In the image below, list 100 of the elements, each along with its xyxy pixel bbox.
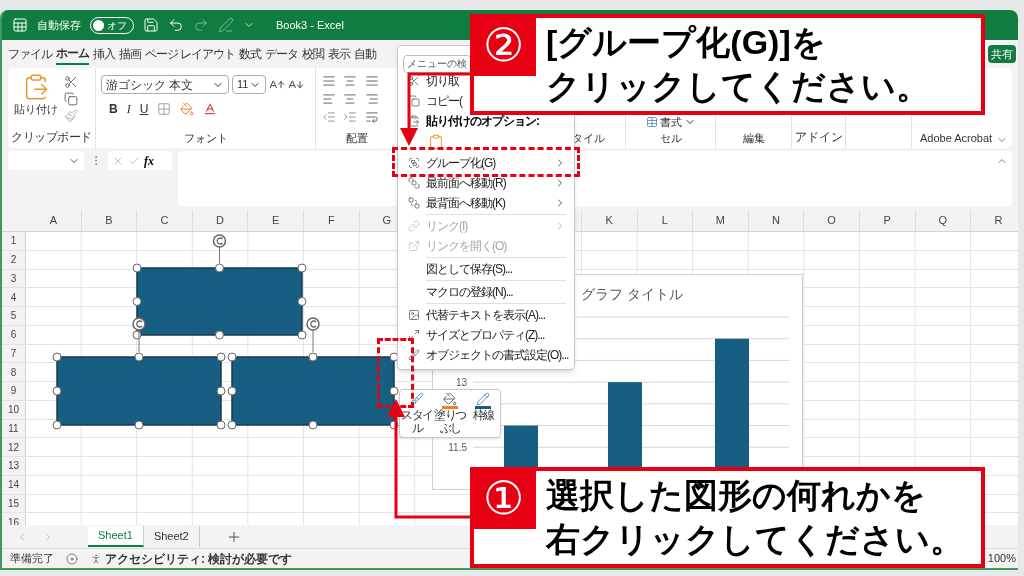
menu-item[interactable]: 図として保存(S)... [426, 260, 512, 278]
row-header[interactable]: 9 [2, 382, 26, 400]
column-header[interactable]: E [248, 210, 304, 231]
resize-icon [408, 329, 420, 341]
share-button[interactable]: 共有 [988, 45, 1016, 63]
search-field[interactable]: メニューの検 [403, 54, 471, 73]
column-header[interactable]: O [804, 210, 860, 231]
underline-button[interactable]: U [139, 100, 149, 118]
menu-item[interactable]: グループ化(G) [426, 154, 574, 172]
highlight-frame [377, 338, 414, 408]
spreadsheet-icon[interactable] [12, 17, 28, 33]
format-button[interactable]: 書式 [645, 114, 696, 130]
toolbar-button[interactable]: スタイル [401, 392, 433, 435]
row-header[interactable]: 13 [2, 457, 26, 475]
axis-label: 11.5 [448, 442, 467, 454]
copy-icon [408, 95, 420, 107]
group-label: セル [659, 130, 682, 146]
fill-color-icon[interactable] [180, 102, 195, 116]
ribbon-tab[interactable]: 校閲 [302, 43, 325, 65]
paint-bucket-icon [443, 392, 457, 406]
ribbon-tab[interactable]: 数式 [239, 43, 262, 65]
brush-icon [410, 392, 424, 406]
axis-label: 13 [455, 377, 467, 389]
row-header[interactable]: 1 [2, 232, 26, 250]
group-label: 配置 [345, 130, 369, 146]
group-label: アドイン [794, 129, 843, 146]
pencil-icon [476, 392, 490, 406]
align-top-icon[interactable] [322, 74, 336, 88]
row-header[interactable]: 8 [2, 363, 26, 381]
column-header[interactable]: L [637, 210, 694, 231]
link-icon [408, 220, 420, 232]
ribbon-tab[interactable]: データ [265, 43, 299, 65]
column-header[interactable]: R [971, 210, 1018, 231]
ribbon-tab[interactable]: 表示 [328, 43, 351, 65]
font-size-dropdown[interactable]: 11 [232, 75, 266, 94]
row-header[interactable]: 16 [2, 513, 26, 525]
copy-icon[interactable] [64, 92, 78, 106]
menu-item[interactable]: 切り取 [426, 72, 459, 90]
status-text: 準備完了 [10, 551, 54, 567]
column-header[interactable]: M [693, 210, 749, 231]
column-header[interactable]: A [26, 210, 82, 231]
column-header[interactable]: D [192, 210, 249, 231]
align-middle-icon[interactable] [343, 74, 358, 88]
insert-function-button[interactable]: fx [144, 151, 154, 170]
column-header[interactable]: F [303, 210, 360, 231]
menu-item: リンク(I) [426, 217, 574, 235]
ribbon-tab[interactable]: 自動 [354, 43, 377, 65]
italic-button[interactable]: I [126, 100, 131, 118]
group-label: クリップボード [10, 129, 93, 146]
bold-button[interactable]: B [109, 100, 118, 118]
menu-item[interactable]: 最背面へ移動(K) [426, 194, 574, 212]
ribbon-tab[interactable]: 挿入 [93, 43, 115, 65]
undo-icon[interactable] [168, 17, 184, 33]
toolbar-button[interactable]: 枠線 [467, 392, 499, 422]
menu-item[interactable]: マクロの登録(N)... [426, 283, 513, 301]
accessibility-status[interactable]: アクセシビリティ: 検討が必要です [105, 549, 293, 568]
column-header[interactable]: C [137, 210, 193, 231]
ribbon-tab[interactable]: ホーム [56, 43, 89, 65]
cut-icon[interactable] [64, 75, 78, 89]
menu-item[interactable]: 最前面へ移動(R) [426, 174, 574, 192]
group-label: フォント [182, 130, 229, 146]
group-label: Adobe Acrobat [920, 130, 993, 146]
menu-item[interactable]: オブジェクトの書式設定(O)... [426, 346, 569, 364]
group-label: 編集 [742, 130, 765, 146]
align-left-icon[interactable] [322, 92, 336, 106]
toolbar-button[interactable]: 塗りつぶし [434, 392, 466, 435]
macro-icon[interactable] [66, 552, 78, 565]
row-header[interactable]: 12 [2, 438, 26, 456]
row-header[interactable]: 4 [2, 288, 26, 306]
ribbon-tab[interactable]: 描画 [119, 43, 141, 65]
align-center-icon[interactable] [343, 92, 358, 106]
instruction-text: 選択した図形の何れかを 右クリックしてください。 [544, 475, 964, 560]
sheet-tab[interactable]: Sheet1 [88, 526, 144, 547]
paste-option-icon[interactable] [428, 134, 444, 150]
align-right-icon[interactable] [364, 92, 379, 106]
instruction-text: [グループ化(G)]を クリックしてください。 [545, 22, 930, 107]
accessibility-icon[interactable] [90, 552, 102, 565]
column-header[interactable]: P [859, 210, 916, 231]
font-name-dropdown[interactable]: 游ゴシック 本文 [101, 75, 229, 94]
paste-button[interactable]: 貼り付け [14, 73, 58, 128]
zoom-level[interactable]: 100% [987, 550, 1016, 567]
column-header[interactable]: N [748, 210, 805, 231]
column-header[interactable]: Q [915, 210, 972, 231]
menu-item[interactable]: 代替テキストを表示(A)... [426, 306, 545, 324]
orientation-icon[interactable] [364, 110, 379, 124]
font-color-icon[interactable] [203, 102, 218, 116]
column-header[interactable]: K [581, 210, 638, 231]
column-header[interactable]: B [81, 210, 138, 231]
menu-item[interactable]: サイズとプロパティ(Z)... [426, 326, 545, 344]
sheet-tab[interactable]: Sheet2 [143, 526, 200, 547]
ribbon-tab[interactable]: ファイル [8, 43, 52, 65]
ribbon-tab[interactable]: ページ レイアウト [145, 43, 236, 65]
table-icon [645, 116, 658, 128]
image-icon [408, 309, 420, 321]
menu-item[interactable]: コピー( [426, 92, 462, 110]
row-header[interactable]: 5 [2, 307, 26, 325]
clipboard-icon [408, 115, 420, 127]
scissors-icon [408, 75, 420, 87]
save-icon[interactable] [143, 17, 159, 33]
align-bottom-icon[interactable] [364, 74, 379, 88]
